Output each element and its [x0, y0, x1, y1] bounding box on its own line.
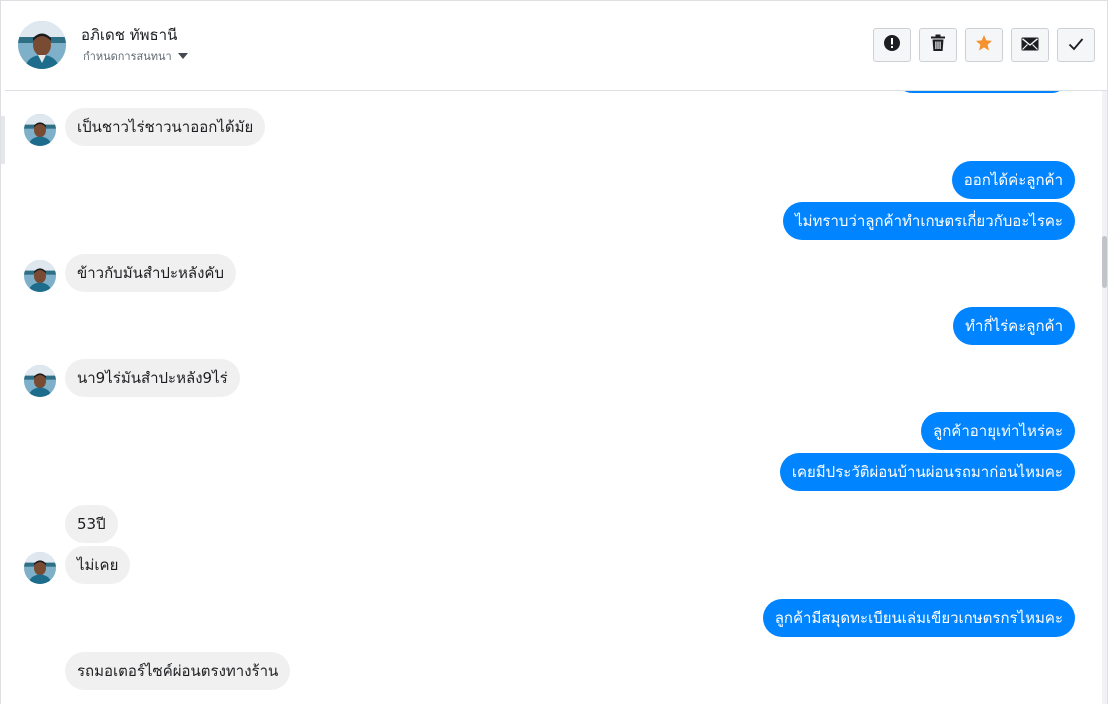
mark-unread-button[interactable]	[1011, 28, 1049, 62]
sender-avatar[interactable]	[24, 552, 56, 584]
messenger-window: อภิเดช ทัพธานี กำหนดการสนทนา เป็นชาวไร่ช…	[0, 0, 1108, 704]
conversation-options-dropdown[interactable]: กำหนดการสนทนา	[83, 47, 188, 65]
trash-icon	[930, 34, 946, 56]
outgoing-message[interactable]: ออกได้ค่ะลูกค้า	[951, 161, 1075, 199]
star-button[interactable]	[965, 28, 1003, 62]
caret-down-icon	[177, 53, 188, 59]
message-thread[interactable]: เป็นชาวไร่ชาวนาออกได้มัย ออกได้ค่ะลูกค้า…	[5, 91, 1103, 704]
checkmark-icon	[1068, 36, 1084, 55]
scrollbar-thumb[interactable]	[1102, 236, 1107, 288]
conversation-header: อภิเดช ทัพธานี กำหนดการสนทนา	[5, 1, 1107, 91]
delete-button[interactable]	[919, 28, 957, 62]
incoming-message[interactable]: นา9ไร่มันสำปะหลัง9ไร่	[65, 359, 240, 397]
sender-avatar[interactable]	[24, 365, 56, 397]
sender-avatar[interactable]	[24, 114, 56, 146]
star-icon	[975, 34, 993, 56]
incoming-message[interactable]: ไม่เคย	[65, 546, 131, 584]
outgoing-message[interactable]: ลูกค้าอายุเท่าไหร่คะ	[921, 412, 1075, 450]
mark-done-button[interactable]	[1057, 28, 1095, 62]
mark-spam-button[interactable]	[873, 28, 911, 62]
outgoing-message[interactable]: เคยมีประวัติผ่อนบ้านผ่อนรถมาก่อนไหมคะ	[779, 453, 1075, 491]
thread-scrollbar[interactable]	[1102, 91, 1107, 704]
outgoing-message[interactable]: ลูกค้ามีสมุดทะเบียนเล่มเขียวเกษตรกรไหมคะ	[762, 599, 1075, 637]
envelope-icon	[1021, 36, 1039, 55]
previous-message-bubble	[897, 91, 1067, 93]
incoming-message[interactable]: ข้าวกับมันสำปะหลังคับ	[65, 254, 236, 292]
outgoing-message[interactable]: ทำกี่ไร่คะลูกค้า	[953, 307, 1075, 345]
conversation-options-label: กำหนดการสนทนา	[83, 50, 172, 63]
sender-avatar[interactable]	[24, 260, 56, 292]
alert-icon	[883, 34, 901, 56]
conversation-toolbar	[873, 28, 1095, 62]
incoming-message[interactable]: 53ปี	[65, 505, 118, 543]
incoming-message[interactable]: เป็นชาวไร่ชาวนาออกได้มัย	[65, 108, 266, 146]
contact-avatar[interactable]	[18, 21, 66, 69]
outgoing-message[interactable]: ไม่ทราบว่าลูกค้าทำเกษตรเกี่ยวกับอะไรคะ	[783, 202, 1075, 240]
incoming-message[interactable]: รถมอเตอร์ไซค์ผ่อนตรงทางร้าน	[65, 652, 291, 690]
contact-name: อภิเดช ทัพธานี	[81, 26, 178, 44]
